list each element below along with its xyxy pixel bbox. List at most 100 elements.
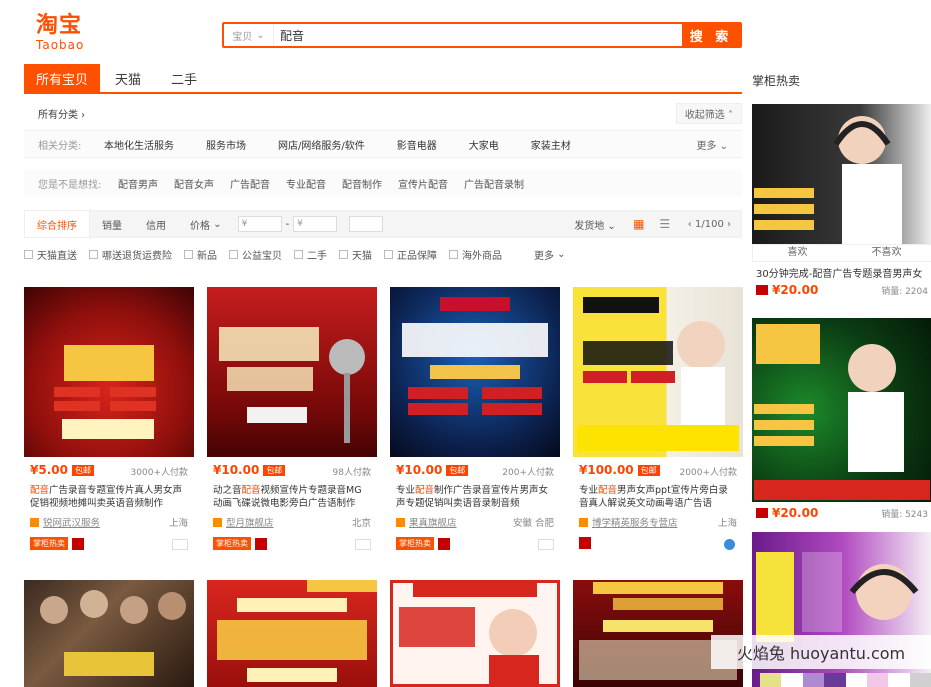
suggestion-link[interactable]: 宣传片配音 [398, 176, 448, 191]
shop-link[interactable]: 锐网武汉服务 [30, 515, 100, 529]
free-shipping-tag: 包邮 [446, 464, 469, 476]
suggestion-link[interactable]: 配音男声 [118, 176, 158, 191]
product-image[interactable] [24, 287, 194, 457]
title-highlight: 配音 [598, 485, 618, 496]
taobao-search-page: 淘宝 Taobao 宝贝 ⌄ 搜 索 所有宝贝 天猫 二手 所有分类 › 收起筛… [0, 0, 931, 687]
suggestion-link[interactable]: 配音制作 [342, 176, 382, 191]
dislike-button[interactable]: 不喜欢 [842, 245, 931, 261]
suggestion-link[interactable]: 广告配音录制 [464, 176, 524, 191]
product-card[interactable]: ¥10.00 包邮 98人付款 动之音配音视频宣传片专题录音MG动画飞碟说微电影旁… [207, 287, 377, 577]
sidebar-ad[interactable]: 喜欢 不喜欢 30分钟完成-配音广告专题录音男声女 ¥20.00 销量: 2204 [752, 104, 931, 297]
filter-checkbox[interactable]: 海外商品 [449, 247, 502, 262]
sort-price-label: 价格 [190, 220, 210, 232]
product-card[interactable]: ¥100.00 包邮 2000+人付款 专业配音男声女声ppt宣传片旁白录音真人解… [573, 287, 743, 577]
filter-checkbox[interactable]: 公益宝贝 [229, 247, 282, 262]
sidebar-ad-art [754, 116, 902, 244]
free-shipping-tag: 包邮 [263, 464, 286, 476]
service-icon[interactable] [724, 539, 735, 550]
more-checks-button[interactable]: 更多 ⌄ [534, 247, 566, 262]
product-card[interactable] [573, 580, 743, 687]
suggestion-link[interactable]: 广告配音 [230, 176, 270, 191]
wangwang-icon[interactable] [538, 539, 554, 550]
product-image[interactable] [390, 287, 560, 457]
related-category[interactable]: 网店/网络服务/软件 [278, 137, 365, 152]
product-title[interactable]: 动之音配音视频宣传片专题录音MG动画飞碟说微电影旁白广告语制作 [213, 484, 371, 510]
badges: 掌柜热卖 [396, 537, 450, 550]
tab-all[interactable]: 所有宝贝 [24, 64, 100, 92]
sold-count: 3000+人付款 [130, 468, 188, 478]
product-card[interactable] [207, 580, 377, 687]
hot-badge: 掌柜热卖 [396, 537, 434, 550]
filter-checkbox[interactable]: 天猫直送 [24, 247, 77, 262]
related-more-button[interactable]: 更多 ⌄ [696, 137, 728, 152]
product-title[interactable]: 配音广告录音专题宣传片真人男女声促销视频地摊叫卖英语音频制作 [30, 484, 188, 510]
product-card[interactable]: ¥10.00 包邮 200+人付款 专业配音制作广告录音宣传片男声女声专题促销叫卖… [390, 287, 560, 577]
checkbox-icon [184, 249, 193, 259]
free-shipping-tag: 包邮 [637, 464, 660, 476]
tab-secondhand[interactable]: 二手 [156, 64, 212, 92]
all-categories-link[interactable]: 所有分类 › [24, 106, 85, 121]
sort-credit[interactable]: 信用 [134, 211, 178, 237]
list-view-icon[interactable]: ☰ [652, 217, 678, 231]
related-category[interactable]: 家装主材 [531, 137, 571, 152]
shop-link[interactable]: 果真旗舰店 [396, 515, 457, 529]
filter-checkbox[interactable]: 天猫 [339, 247, 372, 262]
prev-page-icon[interactable]: ‹ [688, 219, 692, 230]
product-image[interactable] [390, 580, 560, 687]
related-category[interactable]: 大家电 [469, 137, 499, 152]
sort-default[interactable]: 综合排序 [25, 211, 90, 237]
search-tabs: 所有宝贝 天猫 二手 [24, 64, 742, 94]
suggestion-link[interactable]: 配音女声 [174, 176, 214, 191]
related-label: 相关分类: [38, 140, 82, 152]
search-input[interactable] [274, 24, 682, 46]
product-image[interactable] [24, 580, 194, 687]
filter-checkbox[interactable]: 二手 [294, 247, 327, 262]
product-title[interactable]: 专业配音男声女声ppt宣传片旁白录音真人解说英文动画粤语广告语 [579, 484, 737, 510]
like-button[interactable]: 喜欢 [753, 245, 842, 261]
suggestion-link[interactable]: 专业配音 [286, 176, 326, 191]
filter-checkbox[interactable]: 正品保障 [384, 247, 437, 262]
ship-from-dropdown[interactable]: 发货地 ⌄ [564, 217, 626, 232]
sort-price[interactable]: 价格 ⌄ [178, 211, 234, 237]
search-button[interactable]: 搜 索 [682, 24, 740, 46]
price-min-input[interactable]: ¥ [237, 216, 282, 232]
price-max-input[interactable]: ¥ [293, 216, 338, 232]
all-categories-label: 所有分类 [38, 109, 78, 121]
sidebar-ad-image[interactable] [752, 104, 931, 244]
price-range-toggle[interactable] [349, 216, 384, 232]
filter-checkbox[interactable]: 哪送退货运费险 [89, 247, 172, 262]
watermark: 火焰兔 huoyantu.com [711, 635, 931, 669]
product-title[interactable]: 专业配音制作广告录音宣传片男声女声专题促销叫卖语音录制音频 [396, 484, 554, 510]
sidebar-ad[interactable]: ¥20.00 销量: 5243 [752, 318, 931, 520]
product-image[interactable] [573, 580, 743, 687]
sidebar-ad-price: ¥20.00 销量: 2204 [752, 283, 931, 297]
tab-tmall[interactable]: 天猫 [100, 64, 156, 92]
sidebar-ad-title[interactable]: 30分钟完成-配音广告专题录音男声女 [752, 262, 931, 283]
fold-filters-button[interactable]: 收起筛选 ˄ [675, 102, 742, 124]
related-category[interactable]: 影音电器 [397, 137, 437, 152]
product-price: ¥5.00 包邮 [30, 463, 94, 477]
product-image-art [217, 580, 377, 682]
wangwang-icon[interactable] [172, 539, 188, 550]
shop-link[interactable]: 型月旗舰店 [213, 515, 274, 529]
next-page-icon[interactable]: › [727, 219, 731, 230]
related-category[interactable]: 本地化生活服务 [104, 137, 174, 152]
product-image[interactable] [207, 287, 377, 457]
filter-checkboxes: 天猫直送 哪送退货运费险 新品 公益宝贝 二手 天猫 正品保障 海外商品 更多 … [24, 244, 742, 264]
free-shipping-tag: 包邮 [71, 464, 94, 476]
product-card[interactable] [390, 580, 560, 687]
product-card[interactable]: ¥5.00 包邮 3000+人付款 配音广告录音专题宣传片真人男女声促销视频地摊叫… [24, 287, 194, 577]
search-scope-dropdown[interactable]: 宝贝 ⌄ [224, 24, 274, 46]
grid-view-icon[interactable]: ▦ [626, 217, 652, 231]
related-category[interactable]: 服务市场 [206, 137, 246, 152]
sidebar-ad-image[interactable] [752, 318, 931, 502]
taobao-logo[interactable]: 淘宝 Taobao [36, 14, 106, 54]
product-image[interactable] [207, 580, 377, 687]
wangwang-icon[interactable] [355, 539, 371, 550]
sort-sales[interactable]: 销量 [90, 211, 134, 237]
product-image[interactable] [573, 287, 743, 457]
filter-checkbox[interactable]: 新品 [184, 247, 217, 262]
logo-cn: 淘宝 [36, 13, 83, 38]
product-card[interactable] [24, 580, 194, 687]
shop-link[interactable]: 博学精英服务专营店 [579, 515, 678, 529]
